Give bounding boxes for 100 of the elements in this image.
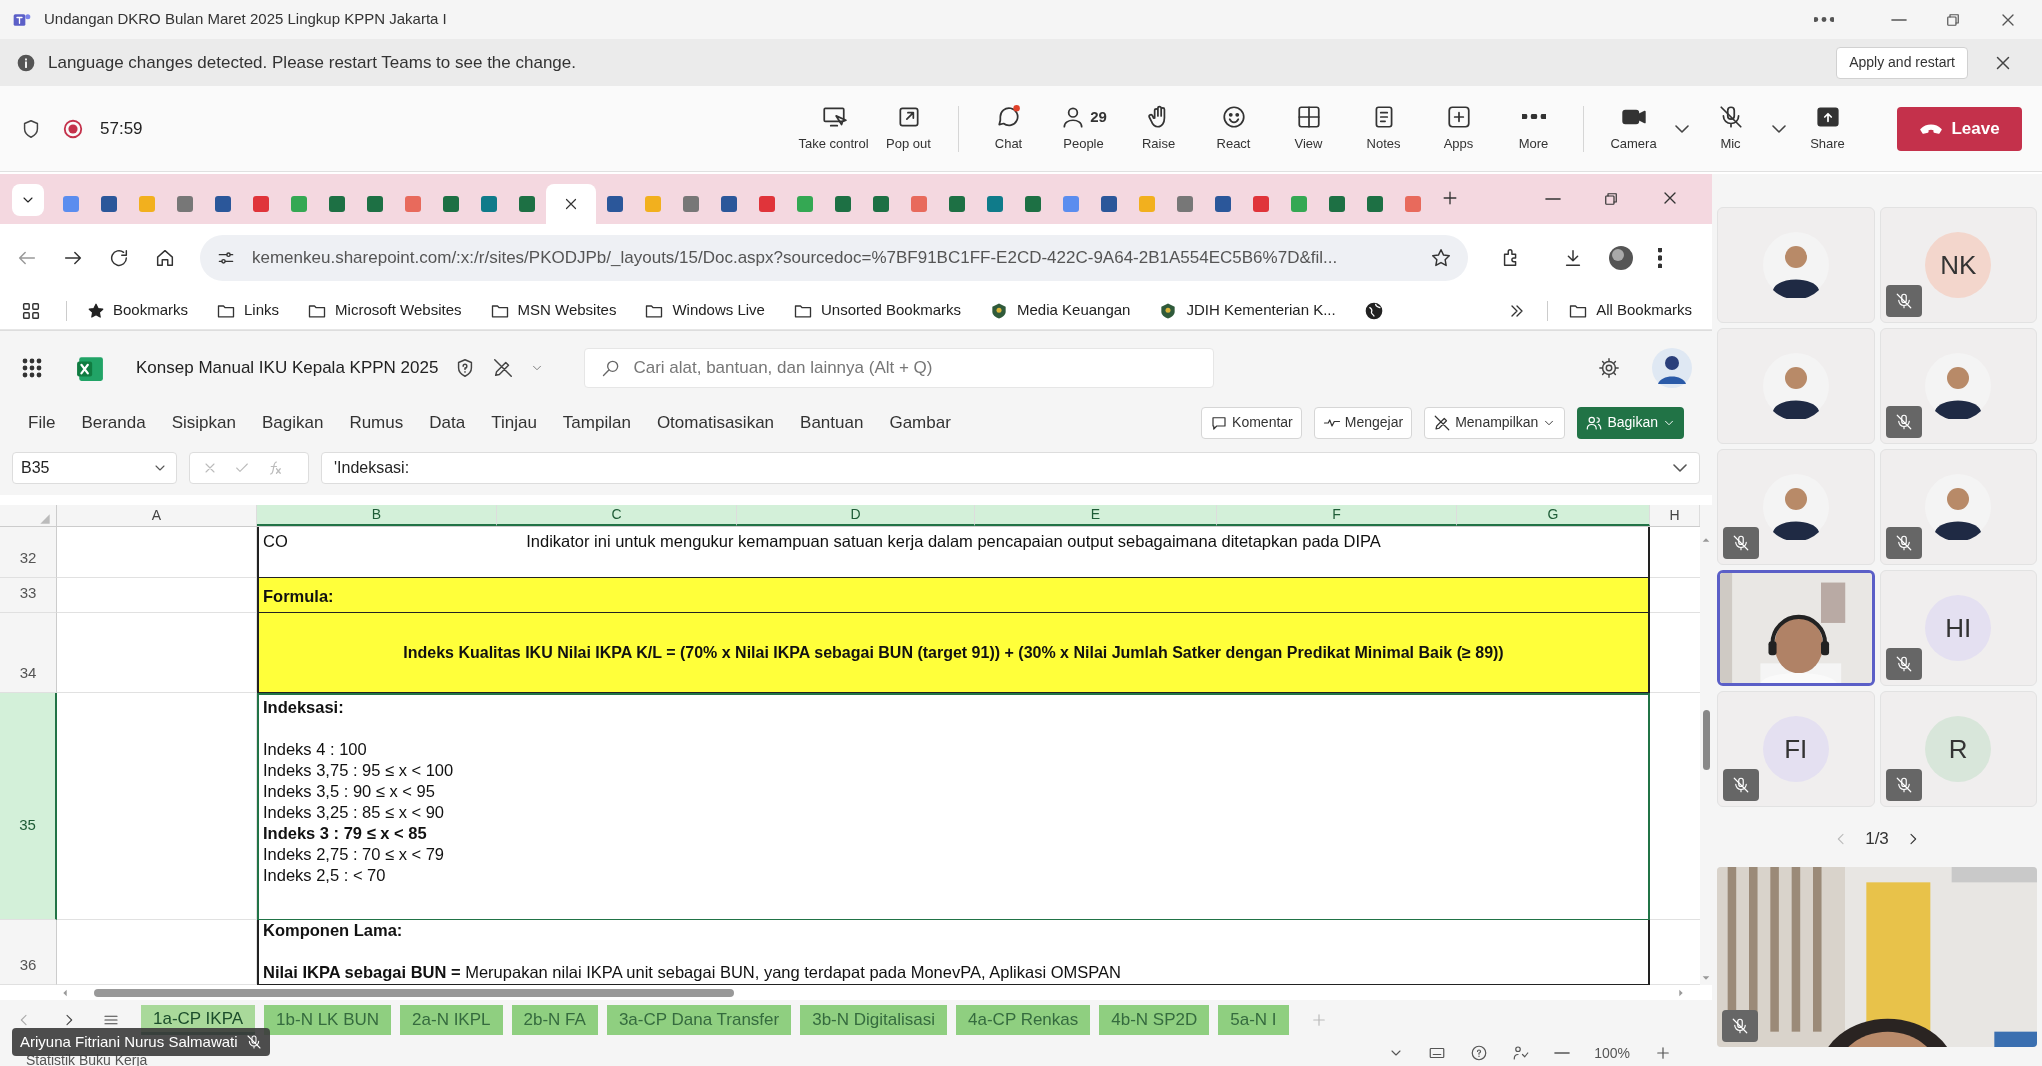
zoom-level: 100% [1594, 1043, 1630, 1063]
take-control-button[interactable]: Take control [796, 95, 871, 162]
table-cell: Indeks 3,5 : 90 ≤ x < 95 [263, 781, 435, 802]
column-header[interactable]: D [737, 505, 975, 526]
raise-button[interactable]: Raise [1121, 95, 1196, 162]
sheet-tab[interactable]: 5a-N I [1218, 1005, 1289, 1035]
scrollbar-thumb[interactable] [94, 988, 734, 997]
ribbon-tab[interactable]: Tinjau [491, 409, 537, 436]
merged-cell[interactable]: Indeks Kualitas IKU Nilai IKPA K/L = (70% x Nilai IKPA sebagai BUN (target 91)) + (30% x Nilai Jumlah Satker dengan Predikat Minimal Baik (≥ 89)) [257, 613, 1650, 693]
people-button[interactable]: 29 People [1046, 95, 1121, 162]
ribbon-tab[interactable]: Gambar [889, 409, 951, 436]
row-header[interactable]: 35 [0, 693, 57, 920]
participant-tile[interactable]: FI [1717, 691, 1875, 807]
page-indicator: 1/3 [1865, 828, 1889, 851]
formula-bar[interactable]: 'Indeksasi: [321, 451, 1700, 484]
notes-button[interactable]: Notes [1346, 95, 1421, 162]
chat-button[interactable]: Chat [971, 95, 1046, 162]
pop-out-button[interactable]: Pop out [871, 95, 946, 162]
sheet-tab[interactable]: 3a-CP Dana Transfer [606, 1005, 792, 1035]
bookmark-link[interactable]: Unsorted Bookmarks [784, 299, 970, 322]
row-header[interactable]: 33 [0, 578, 57, 613]
more-button[interactable]: More [1496, 95, 1571, 162]
apply-restart-button[interactable]: Apply and restart [1836, 46, 1968, 79]
ribbon-tab[interactable]: Beranda [81, 409, 146, 436]
merged-cell[interactable]: Formula: [257, 578, 1650, 613]
sheet-tab[interactable]: 2b-N FA [511, 1005, 598, 1035]
mic-button[interactable]: Mic [1693, 95, 1768, 162]
search-field[interactable]: Cari alat, bantuan, dan lainnya (Alt + Q) [584, 348, 1215, 388]
react-button[interactable]: React [1196, 95, 1271, 162]
column-header[interactable]: G [1457, 505, 1650, 526]
mic-off-icon [1894, 655, 1913, 673]
share-button[interactable]: Share [1790, 95, 1865, 162]
ribbon-tab[interactable]: Sisipkan [171, 409, 236, 436]
ribbon-tab[interactable]: Otomatisasikan [656, 409, 775, 436]
reload-icon [108, 247, 130, 269]
scrollbar-thumb[interactable] [1702, 710, 1710, 770]
bookmark-link[interactable]: Bookmarks [79, 299, 197, 322]
address-bar[interactable]: kemenkeu.sharepoint.com/:x:/r/sites/PKODJPb/_layouts/15/Doc.aspx?sourcedoc=%7BF91BC1FF-E2CD-422C-9A64-2B1A554EC5B6%7D&fil... [200, 235, 1468, 281]
catch-up-button[interactable]: Mengejar [1313, 406, 1413, 439]
ribbon-tab[interactable]: Rumus [349, 409, 404, 436]
favicon-icon [1024, 195, 1042, 213]
bookmark-link[interactable]: Windows Live [636, 299, 773, 322]
column-header[interactable]: C [497, 505, 737, 526]
notice-message: Language changes detected. Please restart Teams to see the change. [48, 51, 577, 74]
app-launcher-icon [20, 356, 44, 380]
name-box[interactable]: B35 [12, 451, 177, 484]
merged-cell[interactable]: Komponen Lama: Nilai IKPA sebagai BUN = Merupakan nilai IKPA unit sebagai BUN, yang terdapat pada MonevPA, Aplikasi OMSPAN [257, 920, 1650, 985]
sheet-tab[interactable]: 3b-N Digitalisasi [800, 1005, 948, 1035]
table-cell: Indeks 3,25 : 85 ≤ x < 90 [263, 802, 445, 823]
people-count: 29 [1090, 106, 1107, 127]
bookmark-link[interactable]: MSN Websites [481, 299, 625, 322]
all-bookmarks-link[interactable]: All Bookmarks [1568, 299, 1692, 322]
merged-cell[interactable]: Indeksasi: Indeks 4 : 100 Indeks 3,75 : 95 ≤ x < 100 Indeks 3,5 : 90 ≤ x < 95 Indeks 3,25 : 85 ≤ x < 90 Indeks 3 : 79 ≤ x < 85 Indeks 2,75 : 70 ≤ x < 79 Indeks 2,5 : < 70 [257, 693, 1650, 920]
merged-cell[interactable]: CO Indikator ini untuk mengukur kemampuan satuan kerja dalam pencapaian output sebagaimana ditetapkan pada DIPA [257, 527, 1650, 578]
table-cell-text: Indikator ini untuk mengukur kemampuan satuan kerja dalam pencapaian output sebagaimana ditetapkan pada DIPA [526, 531, 1381, 552]
leave-button[interactable]: Leave [1897, 106, 2022, 151]
view-button[interactable]: View [1271, 95, 1346, 162]
caret-icon [1673, 463, 1687, 472]
column-header[interactable]: F [1217, 505, 1457, 526]
favicon-icon [404, 195, 422, 213]
restore-icon [1602, 190, 1620, 208]
profile-avatar-icon[interactable] [1608, 245, 1634, 271]
share-button[interactable]: Bagikan [1577, 406, 1684, 439]
bookmark-link[interactable]: JDIH Kementerian K... [1150, 299, 1344, 322]
avatar-icon [1925, 353, 1992, 419]
ribbon-tab[interactable]: Bagikan [261, 409, 324, 436]
bookmark-link[interactable]: Media Keuangan [981, 299, 1139, 322]
sheet-tab[interactable]: 4b-N SP2D [1099, 1005, 1210, 1035]
row-header[interactable]: 36 [0, 920, 57, 985]
column-header[interactable]: E [975, 505, 1217, 526]
sheet-tab[interactable]: 4a-CP Renkas [956, 1005, 1091, 1035]
favicon-icon [720, 195, 738, 213]
row-header[interactable]: 34 [0, 613, 57, 693]
minimize-icon [1544, 198, 1562, 200]
ribbon-tab[interactable]: Data [429, 409, 466, 436]
row-header[interactable]: 32 [0, 527, 57, 578]
bookmark-link[interactable]: Microsoft Websites [299, 299, 470, 322]
comment-button[interactable]: Komentar [1201, 406, 1302, 439]
document-title[interactable]: Konsep Manual IKU Kepala KPPN 2025 [136, 355, 439, 381]
sheet-tab[interactable]: 2a-N IKPL [400, 1005, 503, 1035]
participant-tile[interactable]: R [1879, 691, 2037, 807]
speaker-name-tag: Ariyuna Fitriani Nurus Salmawati [12, 1028, 270, 1056]
pen-off-icon [1433, 413, 1452, 432]
apps-button[interactable]: Apps [1421, 95, 1496, 162]
mic-off-icon [1717, 103, 1744, 130]
view-button[interactable]: Menampilkan [1424, 406, 1566, 439]
column-header[interactable]: B [257, 505, 497, 526]
ribbon-tab[interactable]: Bantuan [800, 409, 864, 436]
user-avatar-icon[interactable] [1652, 348, 1692, 388]
tab-search-button[interactable] [12, 184, 44, 216]
avatar-icon [1762, 232, 1829, 298]
favicon-icon [1214, 195, 1232, 213]
participant-tile[interactable]: NK [1879, 207, 2037, 323]
camera-button[interactable]: Camera [1596, 95, 1671, 162]
minimize-icon [1890, 18, 1908, 21]
participant-tile[interactable]: HI [1879, 570, 2037, 686]
favicon-icon [796, 195, 814, 213]
ribbon-tab[interactable]: File [28, 409, 56, 436]
bookmark-link[interactable]: Links [208, 299, 288, 322]
ribbon-tab[interactable]: Tampilan [562, 409, 631, 436]
